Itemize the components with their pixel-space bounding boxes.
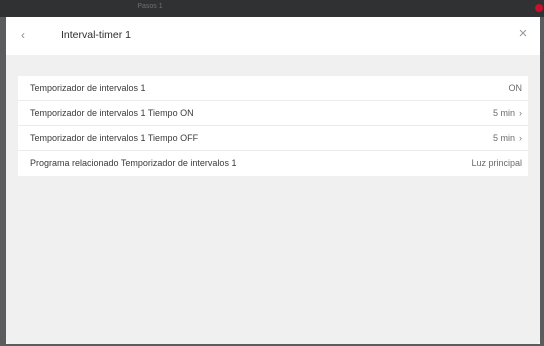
setting-label: Temporizador de intervalos 1 — [30, 83, 146, 93]
setting-label: Temporizador de intervalos 1 Tiempo ON — [30, 108, 194, 118]
dialog-title: Interval-timer 1 — [61, 29, 132, 41]
notification-badge — [535, 4, 543, 12]
setting-value-text: ON — [508, 83, 523, 93]
interval-timer-dialog: ‹ Interval-timer 1 × Temporizador de int… — [6, 17, 540, 344]
setting-value: 5 min › — [493, 108, 522, 118]
settings-list: Temporizador de intervalos 1 ON Temporiz… — [18, 76, 528, 176]
setting-label: Programa relacionado Temporizador de int… — [30, 158, 237, 168]
setting-value-text: 5 min — [492, 108, 515, 118]
setting-label: Temporizador de intervalos 1 Tiempo OFF — [30, 133, 199, 143]
setting-row-related-program[interactable]: Programa relacionado Temporizador de int… — [18, 151, 528, 176]
chevron-left-icon[interactable]: ‹ — [21, 28, 35, 42]
chevron-right-icon: › — [519, 108, 522, 118]
setting-row-time-off[interactable]: Temporizador de intervalos 1 Tiempo OFF … — [18, 126, 528, 151]
close-icon[interactable]: × — [516, 26, 530, 42]
setting-value: 5 min › — [493, 133, 522, 143]
background-window-titlebar: Pasos 1 — [0, 0, 544, 17]
setting-value-text: Luz principal — [471, 158, 522, 168]
background-window-title: Pasos 1 — [137, 3, 163, 10]
dialog-header: ‹ Interval-timer 1 × — [6, 17, 540, 55]
setting-row-time-on[interactable]: Temporizador de intervalos 1 Tiempo ON 5… — [18, 101, 528, 126]
setting-row-interval-timer[interactable]: Temporizador de intervalos 1 ON — [18, 76, 528, 101]
setting-value-text: 5 min — [492, 133, 515, 143]
chevron-right-icon: › — [519, 133, 522, 143]
setting-value: ON — [509, 83, 523, 93]
setting-value: Luz principal — [471, 158, 522, 168]
background-right-edge — [540, 17, 544, 346]
